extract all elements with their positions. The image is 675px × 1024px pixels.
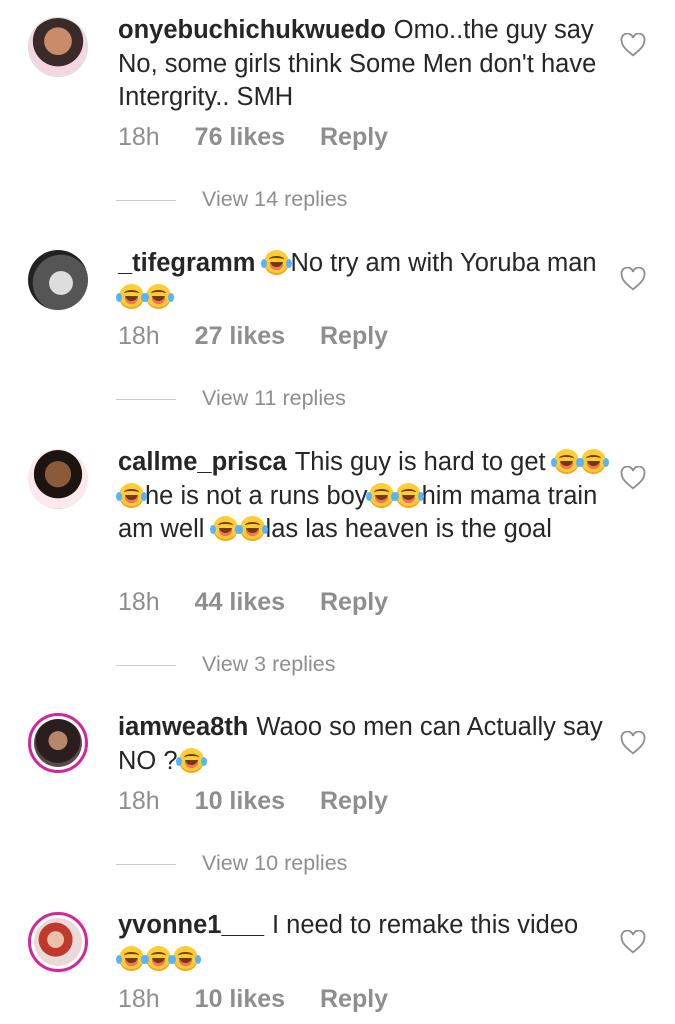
comment-text: yvonne1___ I need to remake this video: [116, 909, 608, 976]
laughing-emoji: [116, 283, 147, 309]
comment-likes[interactable]: 27 likes: [195, 322, 285, 350]
laughing-emoji: [143, 945, 174, 971]
comment-text: _tifegramm No try am with Yoruba man: [116, 247, 608, 314]
comment-body: he is not a runs boy: [145, 481, 368, 510]
view-replies-label[interactable]: View 3 replies: [202, 652, 335, 676]
comment-likes[interactable]: 44 likes: [195, 588, 285, 616]
avatar[interactable]: [28, 713, 88, 773]
avatar[interactable]: [28, 250, 88, 310]
heart-outline-icon[interactable]: [620, 267, 646, 291]
comment-likes[interactable]: 10 likes: [195, 985, 285, 1013]
comment-likes[interactable]: 10 likes: [195, 787, 285, 815]
comment-likes[interactable]: 76 likes: [195, 123, 285, 151]
comment-username[interactable]: iamwea8th: [118, 713, 248, 741]
divider-line: [116, 664, 176, 666]
laughing-emoji: [236, 516, 268, 541]
comment-time: 18h: [118, 787, 160, 815]
view-replies-link[interactable]: View 14 replies: [116, 187, 347, 212]
heart-outline-icon[interactable]: [620, 731, 646, 755]
comment-text: callme_prisca This guy is hard to get he …: [116, 446, 609, 547]
comment-time: 18h: [118, 322, 160, 350]
laughing-emoji: [209, 516, 241, 541]
comment-username[interactable]: onyebuchichukwuedo: [118, 16, 386, 44]
laughing-emoji: [116, 482, 147, 508]
heart-outline-icon[interactable]: [620, 930, 646, 954]
comment-body: las las heaven is the goal: [265, 515, 552, 543]
reply-button[interactable]: Reply: [320, 123, 388, 151]
laughing-emoji: [175, 747, 207, 773]
view-replies-label[interactable]: View 14 replies: [202, 187, 347, 211]
view-replies-link[interactable]: View 3 replies: [116, 652, 335, 677]
comment-body: I need to remake this video: [272, 911, 579, 939]
divider-line: [116, 398, 176, 400]
comment-username[interactable]: _tifegramm: [118, 249, 255, 277]
laughing-emoji: [261, 250, 293, 275]
divider-line: [116, 863, 176, 865]
reply-button[interactable]: Reply: [320, 588, 388, 616]
view-replies-link[interactable]: View 10 replies: [116, 851, 347, 876]
heart-outline-icon[interactable]: [620, 33, 646, 57]
comment-time: 18h: [118, 985, 160, 1013]
laughing-emoji: [116, 945, 147, 971]
comment-meta: 18h 76 likes Reply: [118, 123, 416, 152]
laughing-emoji: [550, 449, 582, 474]
avatar[interactable]: [28, 449, 88, 509]
comment-meta: 18h 10 likes Reply: [118, 787, 416, 816]
avatar[interactable]: [28, 912, 88, 972]
comment-meta: 18h 44 likes Reply: [118, 588, 416, 617]
reply-button[interactable]: Reply: [320, 985, 388, 1013]
laughing-emoji: [143, 283, 174, 309]
comment-meta: 18h 10 likes Reply: [118, 985, 416, 1014]
reply-button[interactable]: Reply: [320, 322, 388, 350]
laughing-emoji: [392, 482, 424, 508]
comment-meta: 18h 27 likes Reply: [118, 322, 416, 351]
comment-username[interactable]: callme_prisca: [118, 448, 287, 476]
comment-text: onyebuchichukwuedo Omo..the guy say No, s…: [118, 14, 608, 115]
reply-button[interactable]: Reply: [320, 787, 388, 815]
comment-text: iamwea8th Waoo so men can Actually say NO…: [118, 711, 608, 778]
view-replies-link[interactable]: View 11 replies: [116, 386, 346, 411]
divider-line: [116, 199, 176, 201]
view-replies-label[interactable]: View 11 replies: [202, 386, 346, 410]
laughing-emoji: [365, 482, 397, 508]
heart-outline-icon[interactable]: [620, 466, 646, 490]
comment-time: 18h: [118, 588, 160, 616]
laughing-emoji: [170, 945, 201, 971]
comment-body: No try am with Yoruba man: [290, 249, 597, 277]
view-replies-label[interactable]: View 10 replies: [202, 851, 347, 875]
laughing-emoji: [577, 449, 609, 474]
comment-username[interactable]: yvonne1___: [118, 911, 264, 939]
avatar[interactable]: [28, 17, 88, 77]
comments-list: onyebuchichukwuedo Omo..the guy say No, s…: [0, 0, 675, 1024]
comment-body: This guy is hard to get: [294, 448, 546, 476]
comment-time: 18h: [118, 123, 160, 151]
